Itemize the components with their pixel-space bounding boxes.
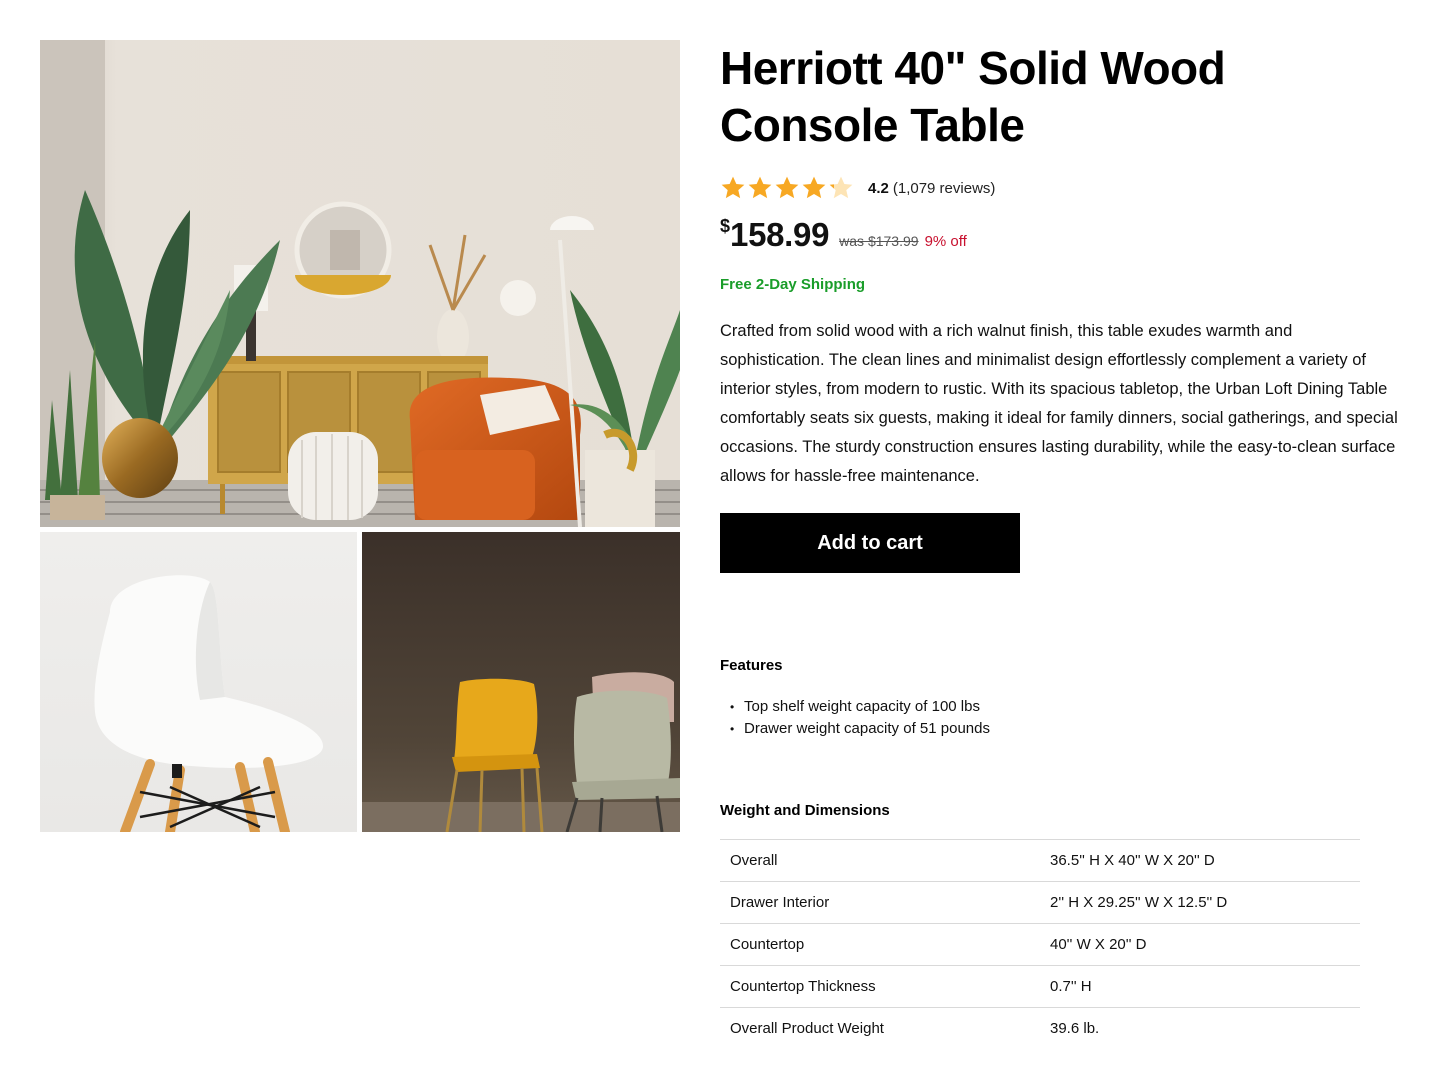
table-row: Overall 36.5'' H X 40'' W X 20'' D: [720, 839, 1360, 882]
dimension-value: 0.7'' H: [1050, 965, 1360, 1008]
product-description: Crafted from solid wood with a rich waln…: [720, 322, 1398, 485]
dimension-label: Overall: [720, 839, 1050, 882]
table-row: Drawer Interior 2'' H X 29.25'' W X 12.5…: [720, 881, 1360, 924]
star-icon: [775, 176, 799, 199]
feature-item: Top shelf weight capacity of 100 lbs: [730, 696, 1410, 718]
feature-item: Drawer weight capacity of 51 pounds: [730, 718, 1410, 740]
colored-chairs-photo[interactable]: [362, 532, 680, 832]
dimension-label: Countertop: [720, 923, 1050, 966]
dimension-value: 36.5'' H X 40'' W X 20'' D: [1050, 839, 1360, 882]
living-room-photo[interactable]: [40, 40, 680, 527]
star-icon: [829, 176, 853, 199]
dimension-value: 39.6 lb.: [1050, 1007, 1360, 1050]
product-title: Herriott 40" Solid Wood Console Table: [720, 42, 1226, 151]
dimensions-table: Overall 36.5'' H X 40'' W X 20'' D Drawe…: [720, 839, 1360, 1050]
rating-stars: [720, 175, 854, 201]
was-price: was $173.99: [839, 233, 919, 249]
table-row: Overall Product Weight 39.6 lb.: [720, 1007, 1360, 1050]
features-list: Top shelf weight capacity of 100 lbs Dra…: [720, 696, 1410, 740]
living-room-illustration: [40, 40, 680, 527]
current-price: 158.99: [730, 216, 830, 253]
product-rating[interactable]: 4.2 (1,079 reviews): [720, 174, 1410, 202]
white-chair-illustration: [94, 575, 324, 832]
add-to-cart-button[interactable]: Add to cart: [720, 513, 1020, 573]
gallery-thumbnail-row: [40, 532, 680, 832]
discount-label: 9% off: [924, 233, 967, 250]
star-icon: [802, 176, 826, 199]
dimension-label: Overall Product Weight: [720, 1007, 1050, 1050]
currency-symbol: $: [720, 216, 731, 236]
product-gallery: [40, 40, 680, 832]
dimension-label: Countertop Thickness: [720, 965, 1050, 1008]
dimension-value: 2'' H X 29.25'' W X 12.5'' D: [1050, 881, 1360, 924]
dimensions-heading: Weight and Dimensions: [720, 802, 890, 819]
dimension-label: Drawer Interior: [720, 881, 1050, 924]
review-count-link[interactable]: (1,079 reviews): [893, 180, 996, 197]
product-details: Herriott 40" Solid Wood Console Table 4.…: [720, 40, 1410, 1050]
table-row: Countertop 40'' W X 20'' D: [720, 923, 1360, 966]
star-icon: [748, 176, 772, 199]
colored-chairs-illustration: [362, 672, 680, 832]
price-row: $ 158.99 was $173.99 9% off: [720, 216, 1410, 254]
table-row: Countertop Thickness 0.7'' H: [720, 965, 1360, 1008]
white-chair-photo[interactable]: [40, 532, 357, 832]
features-heading: Features: [720, 657, 783, 674]
dimension-value: 40'' W X 20'' D: [1050, 923, 1360, 966]
rating-value: 4.2: [868, 179, 889, 197]
shipping-label: Free 2-Day Shipping: [720, 276, 866, 293]
star-icon: [721, 176, 745, 199]
product-page: Herriott 40" Solid Wood Console Table 4.…: [0, 0, 1440, 1088]
